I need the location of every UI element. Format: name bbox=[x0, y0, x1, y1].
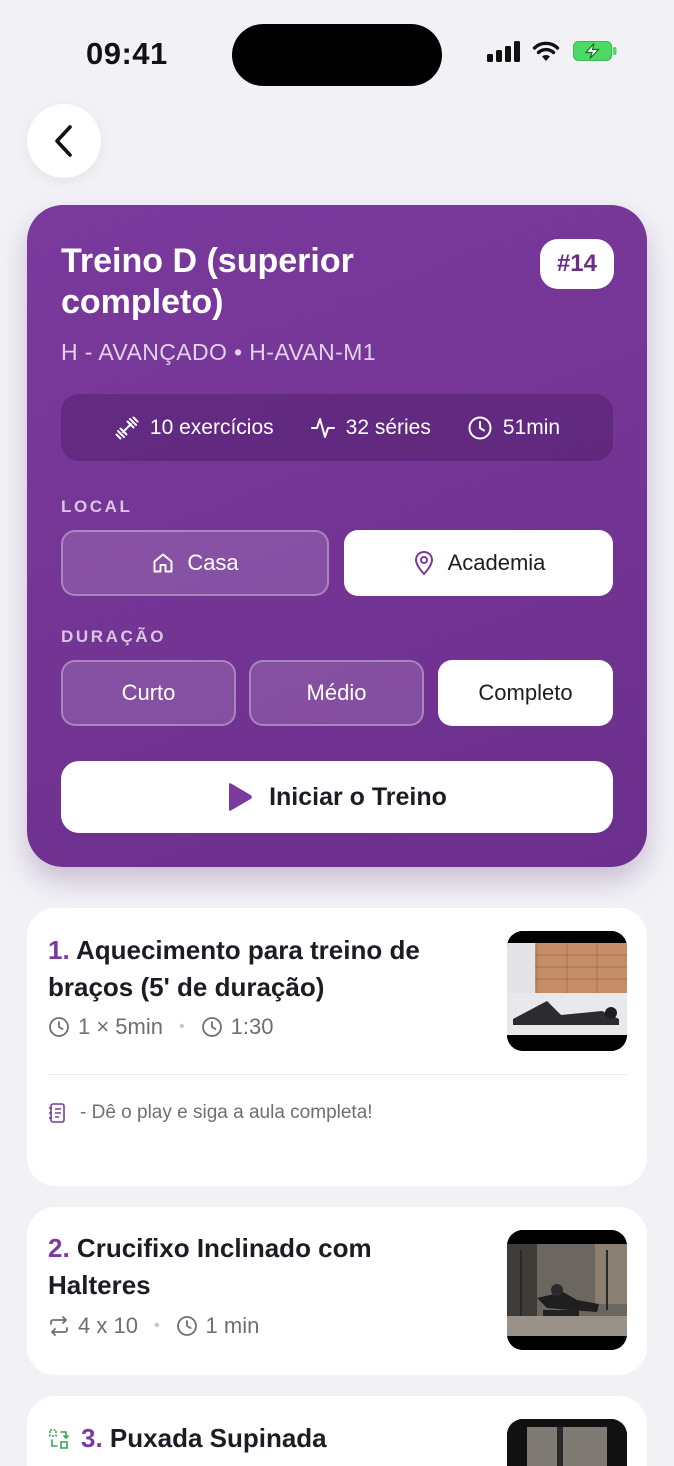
exercise-rest: 1 min bbox=[205, 1313, 260, 1338]
duration-option-completo-label: Completo bbox=[478, 680, 573, 705]
exercise-video-image bbox=[507, 1419, 627, 1466]
exercise-thumbnail[interactable] bbox=[507, 931, 627, 1051]
cellular-signal-icon bbox=[487, 40, 520, 62]
chevron-left-icon bbox=[55, 125, 72, 157]
exercise-card-1[interactable]: 1. Aquecimento para treino de braços (5'… bbox=[27, 908, 647, 1186]
exercise-rest: 1:30 bbox=[230, 1014, 274, 1039]
duration-option-medio[interactable]: Médio bbox=[249, 660, 424, 726]
clock-icon bbox=[49, 1017, 69, 1037]
exercise-number: 2. bbox=[48, 1233, 70, 1263]
start-workout-label: Iniciar o Treino bbox=[269, 782, 447, 811]
exercise-number: 1. bbox=[48, 935, 70, 965]
exercise-sets: 4 x 10 bbox=[78, 1313, 138, 1338]
divider bbox=[48, 1074, 627, 1075]
exercise-title: 3. Puxada Supinada bbox=[81, 1420, 511, 1457]
exercise-thumbnail[interactable] bbox=[507, 1419, 627, 1466]
workout-subtitle: H - AVANÇADO • H-AVAN-M1 bbox=[61, 339, 376, 365]
exercise-card-2[interactable]: 2. Crucifixo Inclinado com Halteres 4 x … bbox=[27, 1207, 647, 1375]
stat-series: 32 séries bbox=[310, 415, 431, 441]
meta-separator: • bbox=[179, 1018, 185, 1035]
stat-exercises-label: 10 exercícios bbox=[149, 415, 274, 439]
local-section-label: LOCAL bbox=[61, 497, 133, 516]
stat-duration: 51min bbox=[467, 415, 560, 441]
clock-icon bbox=[201, 1017, 222, 1037]
workout-number-badge: #14 bbox=[539, 239, 614, 289]
stat-duration-label: 51min bbox=[502, 415, 561, 439]
exercise-number: 3. bbox=[81, 1423, 103, 1453]
workout-stats: 10 exercícios 32 séries 51min bbox=[61, 394, 613, 461]
play-icon bbox=[229, 783, 252, 811]
workout-title: Treino D (superior completo) bbox=[61, 242, 354, 321]
local-option-academia-label: Academia bbox=[447, 550, 546, 575]
stat-series-label: 32 séries bbox=[345, 415, 431, 439]
exercise-meta: 1 × 5min • 1:30 bbox=[48, 1014, 273, 1040]
exercise-sets: 1 × 5min bbox=[78, 1014, 163, 1039]
stat-exercises: 10 exercícios bbox=[114, 415, 274, 441]
location-pin-icon bbox=[414, 551, 433, 576]
exercise-note: - Dê o play e siga a aula completa! bbox=[48, 1102, 373, 1124]
dynamic-island bbox=[232, 24, 442, 86]
back-button[interactable] bbox=[27, 104, 101, 178]
duration-section-label: DURAÇÃO bbox=[61, 627, 167, 646]
status-icons bbox=[487, 40, 618, 62]
duration-option-curto-label: Curto bbox=[121, 680, 176, 705]
local-option-academia[interactable]: Academia bbox=[344, 530, 613, 596]
exercise-name: Aquecimento para treino de braços (5' de… bbox=[48, 935, 420, 1002]
battery-charging-icon bbox=[573, 41, 617, 61]
clock-icon bbox=[176, 1316, 197, 1336]
exercise-name: Puxada Supinada bbox=[109, 1423, 327, 1453]
status-bar: 09:41 bbox=[0, 0, 674, 110]
exercise-meta: 4 x 10 • 1 min bbox=[48, 1313, 259, 1339]
local-option-casa[interactable]: Casa bbox=[61, 530, 329, 596]
wifi-icon bbox=[532, 41, 560, 61]
local-option-casa-label: Casa bbox=[187, 550, 239, 575]
exercise-card-3[interactable]: 3. Puxada Supinada bbox=[27, 1396, 647, 1466]
workout-summary-card: Treino D (superior completo) #14 H - AVA… bbox=[27, 205, 647, 867]
dumbbell-icon bbox=[115, 416, 139, 439]
exercise-title: 2. Crucifixo Inclinado com Halteres bbox=[48, 1230, 478, 1304]
swap-icon bbox=[49, 1429, 69, 1449]
activity-icon bbox=[310, 417, 335, 438]
status-time: 09:41 bbox=[86, 36, 168, 71]
exercise-thumbnail[interactable] bbox=[507, 1230, 627, 1350]
exercise-note-text: - Dê o play e siga a aula completa! bbox=[80, 1102, 373, 1123]
duration-option-medio-label: Médio bbox=[306, 680, 367, 705]
repeat-icon bbox=[50, 1316, 68, 1336]
notebook-icon bbox=[49, 1103, 65, 1123]
exercise-video-image bbox=[507, 1230, 627, 1350]
clock-icon bbox=[468, 416, 492, 439]
exercise-video-image bbox=[507, 931, 627, 1051]
start-workout-button[interactable]: Iniciar o Treino bbox=[61, 761, 613, 833]
home-icon bbox=[153, 553, 173, 573]
duration-option-completo[interactable]: Completo bbox=[438, 660, 613, 726]
meta-separator: • bbox=[153, 1317, 160, 1334]
exercise-name: Crucifixo Inclinado com Halteres bbox=[48, 1233, 372, 1300]
duration-option-curto[interactable]: Curto bbox=[61, 660, 236, 726]
exercise-title: 1. Aquecimento para treino de braços (5'… bbox=[48, 932, 478, 1006]
